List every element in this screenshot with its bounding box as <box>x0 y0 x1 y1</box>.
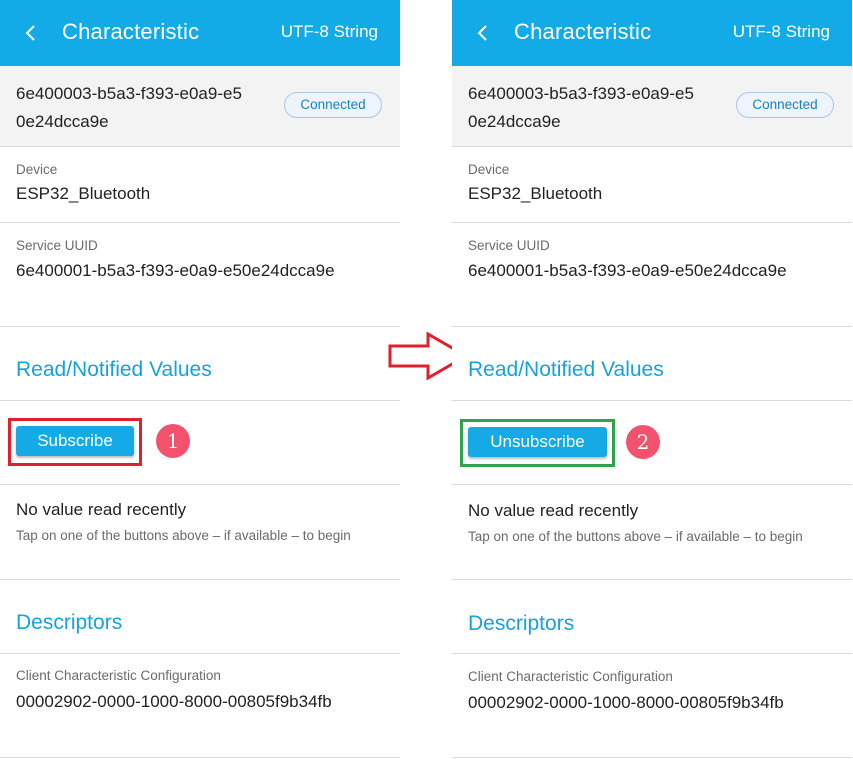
device-row: Device ESP32_Bluetooth <box>452 147 852 223</box>
format-selector[interactable]: UTF-8 String <box>733 22 830 42</box>
no-value-hint: Tap on one of the buttons above – if ava… <box>468 529 803 544</box>
section-title-values: Read/Notified Values <box>16 358 212 381</box>
subscribe-button[interactable]: Subscribe <box>16 426 134 456</box>
descriptor-uuid: 00002902-0000-1000-8000-00805f9b34fb <box>468 693 784 712</box>
status-badge: Connected <box>736 92 834 118</box>
step-badge: 1 <box>156 424 190 458</box>
chevron-left-icon[interactable] <box>472 22 494 44</box>
service-uuid-label: Service UUID <box>468 238 550 253</box>
no-value-title: No value read recently <box>468 501 639 520</box>
characteristic-screen-after: Characteristic UTF-8 String 6e400003-b5a… <box>452 0 852 759</box>
service-uuid-value: 6e400001-b5a3-f393-e0a9-e50e24dcca9e <box>468 261 787 280</box>
no-value-row: No value read recently Tap on one of the… <box>452 485 852 580</box>
action-row: Subscribe 1 <box>0 401 400 485</box>
device-name: ESP32_Bluetooth <box>468 184 603 203</box>
section-title-values: Read/Notified Values <box>468 358 664 381</box>
characteristic-screen-before: Characteristic UTF-8 String 6e400003-b5a… <box>0 0 400 759</box>
descriptor-uuid: 00002902-0000-1000-8000-00805f9b34fb <box>16 692 332 711</box>
device-row: Device ESP32_Bluetooth <box>0 147 400 223</box>
page-title: Characteristic <box>62 19 200 44</box>
descriptor-label: Client Characteristic Configuration <box>468 669 673 684</box>
descriptor-label: Client Characteristic Configuration <box>16 668 221 683</box>
descriptor-row[interactable]: Client Characteristic Configuration 0000… <box>0 654 400 758</box>
values-section-header: Read/Notified Values <box>452 327 852 401</box>
service-uuid-row: Service UUID 6e400001-b5a3-f393-e0a9-e50… <box>452 223 852 327</box>
format-selector[interactable]: UTF-8 String <box>281 22 378 42</box>
device-label: Device <box>16 162 58 177</box>
device-label: Device <box>468 162 510 177</box>
app-bar: Characteristic UTF-8 String <box>452 0 852 66</box>
action-row: Unsubscribe 2 <box>452 401 852 485</box>
service-uuid-row: Service UUID 6e400001-b5a3-f393-e0a9-e50… <box>0 223 400 327</box>
no-value-row: No value read recently Tap on one of the… <box>0 485 400 580</box>
status-badge: Connected <box>284 92 382 118</box>
step-badge: 2 <box>626 425 660 459</box>
descriptors-section-header: Descriptors <box>452 580 852 654</box>
characteristic-header: 6e400003-b5a3-f393-e0a9-e50e24dcca9e Con… <box>452 66 852 147</box>
unsubscribe-button[interactable]: Unsubscribe <box>468 427 607 457</box>
section-title-descriptors: Descriptors <box>468 612 575 635</box>
characteristic-uuid: 6e400003-b5a3-f393-e0a9-e50e24dcca9e <box>468 84 694 131</box>
service-uuid-label: Service UUID <box>16 238 98 253</box>
characteristic-uuid: 6e400003-b5a3-f393-e0a9-e50e24dcca9e <box>16 84 242 131</box>
no-value-title: No value read recently <box>16 500 187 519</box>
descriptor-row[interactable]: Client Characteristic Configuration 0000… <box>452 654 852 758</box>
section-title-descriptors: Descriptors <box>16 611 123 634</box>
values-section-header: Read/Notified Values <box>0 327 400 401</box>
characteristic-header: 6e400003-b5a3-f393-e0a9-e50e24dcca9e Con… <box>0 66 400 147</box>
page-title: Characteristic <box>514 19 652 44</box>
app-bar: Characteristic UTF-8 String <box>0 0 400 66</box>
service-uuid-value: 6e400001-b5a3-f393-e0a9-e50e24dcca9e <box>16 261 335 280</box>
descriptors-section-header: Descriptors <box>0 580 400 654</box>
chevron-left-icon[interactable] <box>20 22 42 44</box>
no-value-hint: Tap on one of the buttons above – if ava… <box>16 528 351 543</box>
device-name: ESP32_Bluetooth <box>16 184 151 203</box>
